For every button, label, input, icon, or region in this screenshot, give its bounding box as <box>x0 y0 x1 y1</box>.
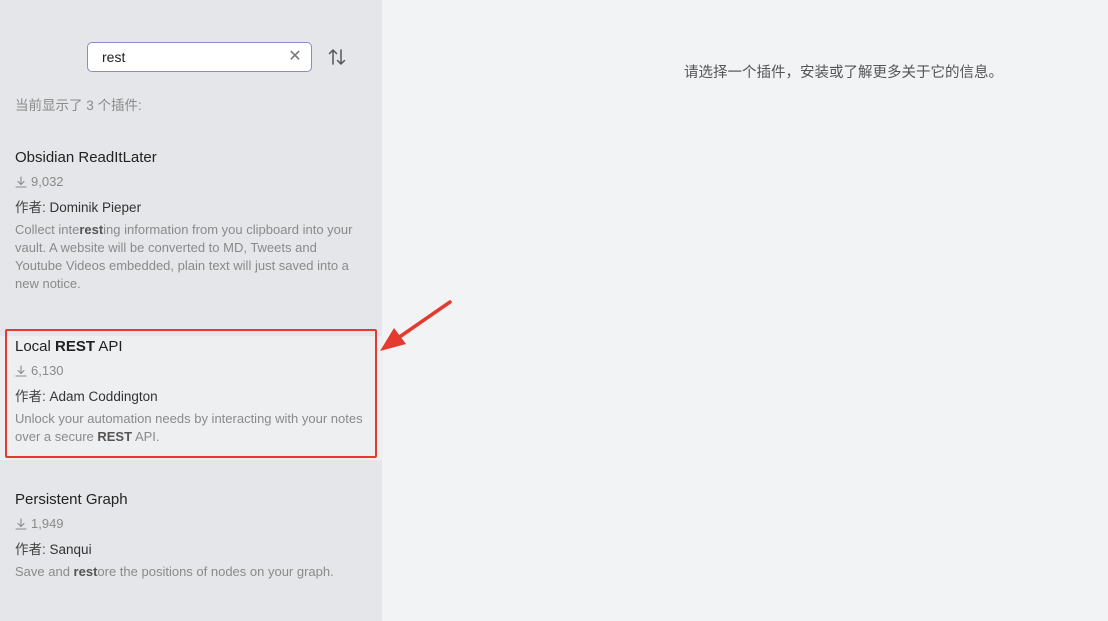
plugin-author: 作者: Adam Coddington <box>15 388 367 406</box>
download-count-value: 1,949 <box>31 516 64 531</box>
close-icon[interactable]: ✕ <box>287 49 303 65</box>
plugin-description: Save and restore the positions of nodes … <box>15 564 334 579</box>
author-name: Adam Coddington <box>49 389 158 404</box>
plugin-list-item[interactable]: Persistent Graph 1,949 作者: Sanqui Save a… <box>0 489 382 621</box>
download-icon <box>15 365 27 377</box>
plugin-author: 作者: Dominik Pieper <box>15 199 367 217</box>
search-input[interactable] <box>88 43 283 71</box>
download-count-value: 9,032 <box>31 174 64 189</box>
author-name: Sanqui <box>49 542 92 557</box>
plugin-description: Collect interesting information from you… <box>15 222 353 291</box>
download-icon <box>15 518 27 530</box>
plugin-description: Unlock your automation needs by interact… <box>15 411 363 444</box>
plugin-detail-panel: 请选择一个插件，安装或了解更多关于它的信息。 <box>382 0 1108 621</box>
author-label: 作者: <box>15 542 46 557</box>
plugin-list-item[interactable]: Obsidian ReadItLater 9,032 作者: Dominik P… <box>0 147 382 323</box>
sort-arrows-icon[interactable] <box>326 46 348 68</box>
plugin-name: Local REST API <box>15 338 123 355</box>
plugin-name: Persistent Graph <box>15 491 128 508</box>
download-count: 6,130 <box>15 362 367 380</box>
author-label: 作者: <box>15 200 46 215</box>
author-name: Dominik Pieper <box>49 200 142 215</box>
plugin-browser: ✕ 当前显示了 3 个插件: Obsidian ReadItLater 9,03… <box>0 0 1108 621</box>
plugin-list-sidebar: ✕ 当前显示了 3 个插件: Obsidian ReadItLater 9,03… <box>0 0 382 621</box>
download-icon <box>15 176 27 188</box>
empty-state-message: 请选择一个插件，安装或了解更多关于它的信息。 <box>684 65 1003 81</box>
author-label: 作者: <box>15 389 46 404</box>
download-count: 1,949 <box>15 515 367 533</box>
download-count: 9,032 <box>15 173 367 191</box>
results-count: 当前显示了 3 个插件: <box>15 98 142 113</box>
annotation-arrow-icon <box>380 300 452 351</box>
plugin-list-item-selected[interactable]: Local REST API 6,130 作者: Adam Coddington… <box>0 336 382 460</box>
plugin-name: Obsidian ReadItLater <box>15 149 157 166</box>
download-count-value: 6,130 <box>31 363 64 378</box>
plugin-author: 作者: Sanqui <box>15 541 367 559</box>
search-box[interactable]: ✕ <box>87 42 312 72</box>
